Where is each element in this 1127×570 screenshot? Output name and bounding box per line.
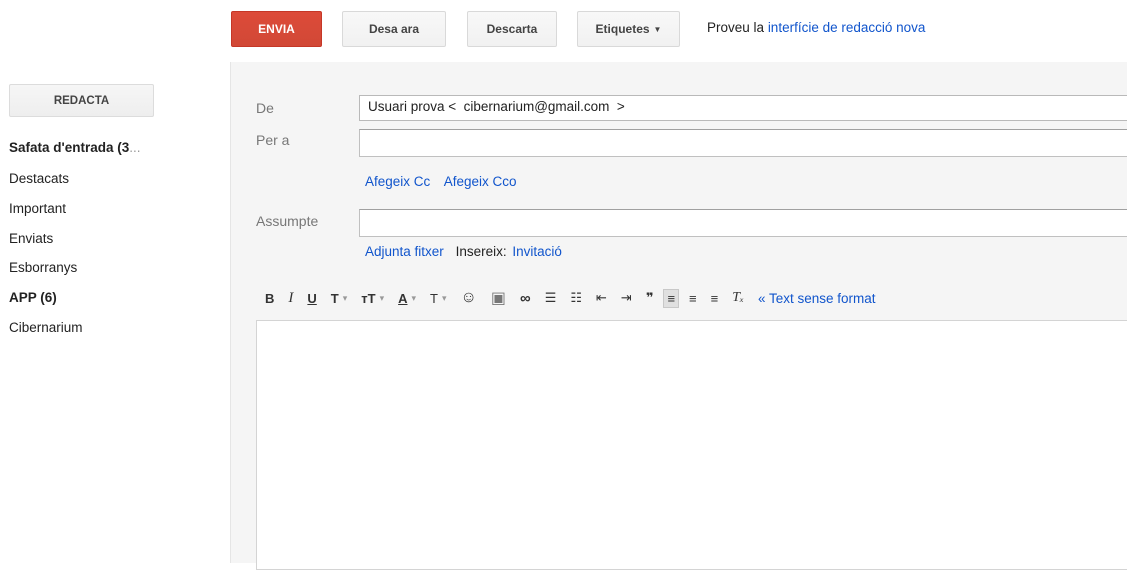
text-color-icon: A <box>398 290 408 306</box>
labels-button-label: Etiquetes <box>595 22 650 36</box>
nav-item-cibernarium[interactable]: Cibernarium <box>9 320 83 335</box>
try-text: Proveu la <box>707 20 765 35</box>
nav-item-drafts[interactable]: Esborranys <box>9 260 77 275</box>
bulleted-list-icon[interactable]: ☷ <box>570 290 582 306</box>
italic-icon[interactable]: I <box>288 290 293 307</box>
background-color-button[interactable]: T ▾ <box>430 291 446 306</box>
left-navigation: REDACTA Safata d'entrada (3... Destacats… <box>0 62 230 563</box>
chevron-down-icon: ▼ <box>653 24 662 34</box>
from-label: De <box>256 100 274 116</box>
link-icon[interactable]: ∞ <box>520 290 531 307</box>
background-color-icon: T <box>430 290 438 306</box>
to-field[interactable] <box>359 129 1127 157</box>
nav-item-starred[interactable]: Destacats <box>9 171 69 186</box>
plain-text-link[interactable]: « Text sense format <box>758 291 876 306</box>
font-size-icon: ᴛT <box>361 290 376 306</box>
subject-label: Assumpte <box>256 213 319 229</box>
quote-icon[interactable]: ❞ <box>646 290 654 306</box>
underline-icon[interactable]: U <box>307 291 316 306</box>
new-compose-link[interactable]: interfície de redacció nova <box>768 20 926 35</box>
add-bcc-link[interactable]: Afegeix Cco <box>444 174 517 189</box>
insert-label: Insereix: <box>455 244 507 259</box>
indent-more-icon[interactable]: ⇥ <box>621 290 632 306</box>
discard-button[interactable]: Descarta <box>467 11 557 47</box>
labels-button[interactable]: Etiquetes ▼ <box>577 11 680 47</box>
insert-invitation-link[interactable]: Invitació <box>512 244 562 259</box>
indent-less-icon[interactable]: ⇤ <box>596 290 607 306</box>
attach-file-link[interactable]: Adjunta fitxer <box>365 244 444 259</box>
dropdown-arrow-icon: ▾ <box>411 292 417 303</box>
truncation-ellipsis: ... <box>129 140 141 155</box>
numbered-list-icon[interactable]: ☰ <box>545 290 557 306</box>
dropdown-arrow-icon: ▾ <box>342 292 348 303</box>
attach-row: Adjunta fitxer Insereix: Invitació <box>365 244 562 259</box>
cc-bcc-links: Afegeix Cc Afegeix Cco <box>365 173 526 191</box>
insert-image-icon[interactable]: ▣ <box>491 288 506 308</box>
compose-button[interactable]: REDACTA <box>9 84 154 117</box>
message-body-editor[interactable] <box>256 320 1127 570</box>
compose-panel: De Usuari prova < cibernarium@gmail.com … <box>230 62 1127 570</box>
nav-item-app[interactable]: APP (6) <box>9 290 57 305</box>
font-size-button[interactable]: ᴛT ▾ <box>361 291 384 306</box>
nav-item-inbox-label: Safata d'entrada (3 <box>9 140 130 155</box>
save-now-button[interactable]: Desa ara <box>342 11 446 47</box>
nav-item-sent[interactable]: Enviats <box>9 231 53 246</box>
nav-item-inbox[interactable]: Safata d'entrada (3... <box>9 140 141 155</box>
add-cc-link[interactable]: Afegeix Cc <box>365 174 430 189</box>
top-toolbar: ENVIA Desa ara Descarta Etiquetes ▼ Prov… <box>0 0 1127 62</box>
dropdown-arrow-icon: ▾ <box>379 292 385 303</box>
try-new-compose-notice: Proveu la interfície de redacció nova <box>707 20 925 35</box>
align-center-icon[interactable]: ≡ <box>689 291 697 306</box>
text-color-button[interactable]: A ▾ <box>398 291 416 306</box>
subject-field[interactable] <box>359 209 1127 237</box>
nav-item-important[interactable]: Important <box>9 201 66 216</box>
formatting-toolbar: B I U T ▾ ᴛT ▾ A ▾ T ▾ ☺ ▣ ∞ ☰ ☷ ⇤ ⇥ ❞ ≡ ≡ ≡… <box>265 287 876 309</box>
align-right-icon[interactable]: ≡ <box>711 291 719 306</box>
remove-formatting-icon[interactable]: Tₓ <box>732 290 744 306</box>
to-label: Per a <box>256 132 290 148</box>
font-icon: T <box>330 290 339 306</box>
bold-icon[interactable]: B <box>265 291 274 306</box>
send-button[interactable]: ENVIA <box>231 11 322 47</box>
from-select[interactable]: Usuari prova < cibernarium@gmail.com > <box>359 95 1127 121</box>
dropdown-arrow-icon: ▾ <box>441 292 447 303</box>
emoji-icon[interactable]: ☺ <box>461 289 477 307</box>
font-family-button[interactable]: T ▾ <box>331 291 347 306</box>
align-left-icon[interactable]: ≡ <box>663 288 680 308</box>
